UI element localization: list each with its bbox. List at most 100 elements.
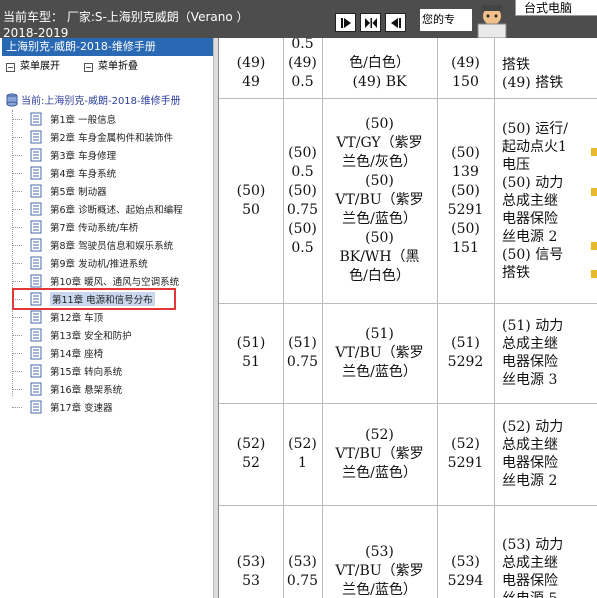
- table-cell: (53) VT/BU（紫罗 兰色/蓝色）: [324, 543, 435, 598]
- chapter-label: 第10章 暖风、通风与空调系统: [50, 277, 180, 288]
- chapter-label: 第9章 发动机/推进系统: [50, 259, 148, 270]
- cell-line: 丝电源 5: [502, 590, 595, 598]
- table-column-divider: [322, 38, 323, 598]
- chapter-label: 第4章 车身系统: [50, 169, 117, 180]
- chapter-item[interactable]: 第4章 车身系统: [12, 164, 116, 182]
- table-cell: 色/白色） (49) BK: [324, 54, 435, 92]
- cell-line: (49): [451, 55, 480, 71]
- cell-line: (50): [365, 173, 394, 189]
- tree-connector: [12, 370, 22, 372]
- chapter-item[interactable]: 第12章 车顶: [12, 308, 103, 326]
- chapter-item[interactable]: 第6章 诊断概述、起始点和编程: [12, 200, 183, 218]
- chapter-item[interactable]: 第3章 车身修理: [12, 146, 116, 164]
- cell-line: (53): [451, 553, 480, 570]
- chapter-item[interactable]: 第5章 制动器: [12, 182, 107, 200]
- prev-triangle-icon: [390, 17, 401, 28]
- cell-line: 总成主继: [502, 192, 558, 209]
- cell-line: 兰色/灰色）: [342, 154, 417, 170]
- chapter-label: 第3章 车身修理: [50, 151, 117, 162]
- table-cell: (52) 5291: [439, 435, 492, 473]
- cell-line: 51: [242, 354, 260, 370]
- table-cell: (50) 139 (50) 5291 (50) 151: [439, 144, 492, 258]
- cell-line: 兰色/蓝色）: [342, 582, 417, 598]
- chapter-item[interactable]: 第1章 一般信息: [12, 110, 116, 128]
- toggle-frame-button[interactable]: [360, 13, 381, 32]
- cell-line: (50): [236, 182, 266, 199]
- cell-line: (53): [236, 553, 266, 570]
- cell-line: VT/GY（紫罗: [336, 135, 423, 151]
- cell-line: (49): [288, 55, 317, 71]
- cell-line: 电器保险: [502, 455, 558, 471]
- cell-line: 总成主继: [502, 336, 558, 352]
- cell-line: (51): [365, 325, 394, 342]
- prev-page-button[interactable]: [385, 13, 406, 32]
- tree-connector: [12, 244, 22, 246]
- ad-banner-text-2[interactable]: 台式电脑: [515, 0, 597, 16]
- chapter-item[interactable]: 第13章 安全和防护: [12, 326, 132, 344]
- cell-line: (50): [288, 220, 317, 237]
- ad-banner-text[interactable]: 您的专: [420, 9, 472, 31]
- cell-line: (52): [365, 426, 394, 443]
- expand-menu-button[interactable]: 菜单展开: [0, 58, 60, 76]
- cell-line: 0.75: [286, 354, 319, 370]
- chapter-label: 第16章 悬架系统: [50, 385, 123, 396]
- table-cell: (52) 动力 总成主继 电器保险 丝电源 2: [502, 418, 595, 490]
- chapter-item[interactable]: 第17章 变速器: [12, 398, 113, 416]
- table-column-divider: [283, 38, 284, 598]
- edge-marker: [591, 270, 597, 278]
- cell-line: (50): [451, 220, 480, 237]
- chapter-label: 第8章 驾驶员信息和娱乐系统: [50, 241, 174, 252]
- chapter-item[interactable]: 第16章 悬架系统: [12, 380, 122, 398]
- table-row-divider: [219, 505, 597, 506]
- cell-line: (50): [451, 144, 480, 161]
- table-column-divider: [437, 38, 438, 598]
- tree-connector: [12, 280, 22, 282]
- chapter-item[interactable]: 第15章 转向系统: [12, 362, 122, 380]
- table-cell: 0.5 (49) 0.5: [285, 38, 320, 92]
- cell-line: BK/WH（黑: [339, 249, 420, 265]
- chapter-item[interactable]: 第8章 驾驶员信息和娱乐系统: [12, 236, 173, 254]
- document-icon: [30, 202, 42, 216]
- cell-line: (49): [236, 55, 266, 71]
- cell-line: (49) BK: [352, 74, 407, 90]
- chapter-item[interactable]: 第7章 传动系统/车桥: [12, 218, 138, 236]
- cell-line: (50): [365, 230, 394, 246]
- collapse-icon: [84, 62, 93, 72]
- nav-button-group: [335, 13, 406, 32]
- current-model-title: 当前车型： 厂家:S-上海别克威朗（Verano ）2018-2019: [3, 10, 249, 38]
- chapter-item[interactable]: 第2章 车身金属构件和装饰件: [12, 128, 173, 146]
- cell-line: 起动点火1: [502, 138, 567, 155]
- cell-line: 丝电源 2: [502, 473, 558, 489]
- cell-line: 电器保险: [502, 210, 558, 227]
- document-icon: [30, 220, 42, 234]
- cell-line: (52) 动力: [502, 419, 564, 435]
- cell-line: 5291: [447, 455, 484, 471]
- table-column-divider: [494, 38, 495, 598]
- cell-line: (51): [451, 335, 480, 351]
- cell-line: (50) 运行/: [502, 120, 568, 137]
- document-icon: [30, 328, 42, 342]
- cell-line: 1: [298, 455, 307, 471]
- tree-connector: [12, 154, 22, 156]
- chapter-item[interactable]: 第9章 发动机/推进系统: [12, 254, 148, 272]
- tree-connector: [12, 334, 22, 336]
- document-icon: [30, 382, 42, 396]
- table-row-divider: [219, 98, 597, 99]
- cell-line: VT/BU（紫罗: [335, 344, 424, 361]
- cell-line: (50): [451, 182, 480, 199]
- next-page-button[interactable]: [335, 13, 356, 32]
- cell-line: 丝电源 2: [502, 228, 558, 245]
- cell-line: 搭铁: [502, 57, 530, 73]
- database-icon: [6, 93, 18, 106]
- cell-line: VT/BU（紫罗: [335, 563, 424, 579]
- chapter-label: 第5章 制动器: [50, 187, 107, 198]
- table-row-divider: [219, 403, 597, 404]
- cell-line: 139: [452, 163, 479, 180]
- document-icon: [30, 346, 42, 360]
- collapse-menu-button[interactable]: 菜单折叠: [78, 58, 138, 76]
- chapter-item[interactable]: 第14章 座椅: [12, 344, 103, 362]
- cell-line: 49: [242, 74, 260, 90]
- table-cell: 搭铁 (49) 搭铁: [502, 56, 595, 92]
- tree-root[interactable]: 当前:上海别克-威朗-2018-维修手册: [6, 92, 181, 107]
- tree-connector: [12, 190, 22, 192]
